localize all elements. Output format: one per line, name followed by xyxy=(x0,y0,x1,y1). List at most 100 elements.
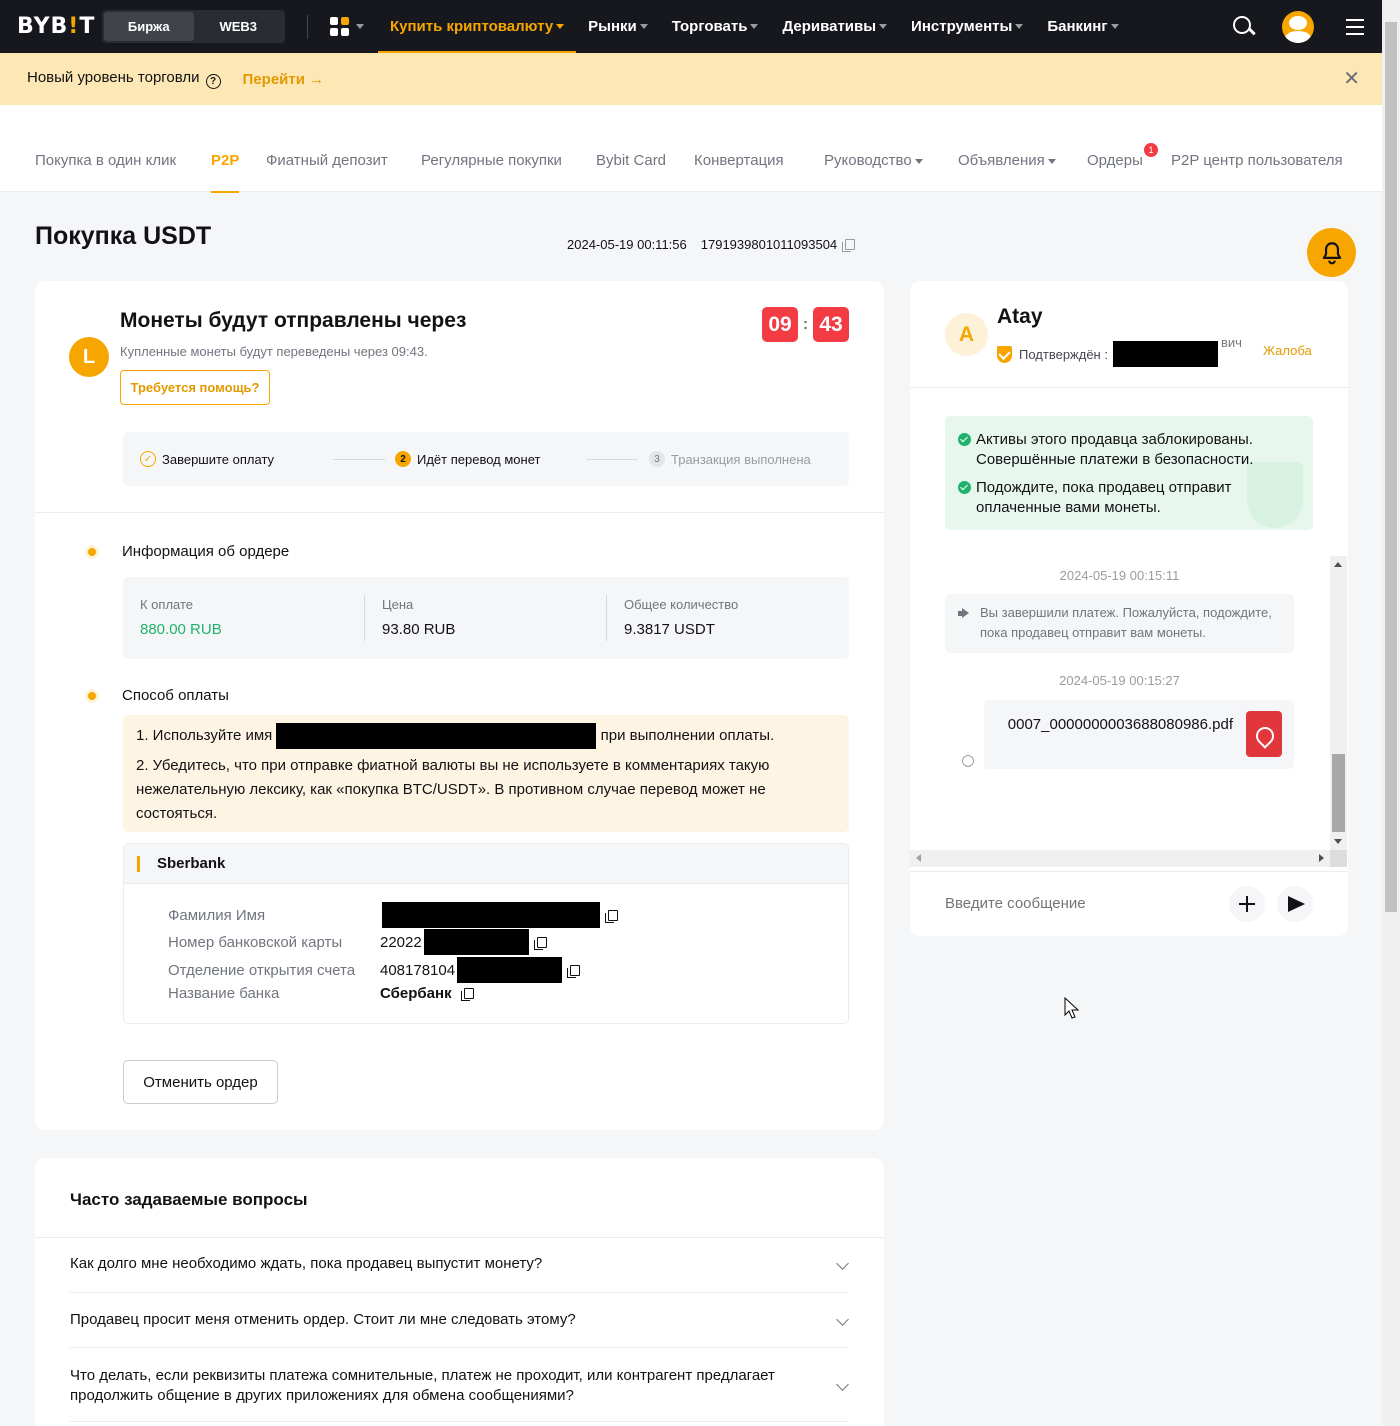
banner-go-link[interactable]: Перейти → xyxy=(243,71,325,88)
step-label: Транзакция выполнена xyxy=(671,451,811,467)
nav-derivatives[interactable]: Деривативы xyxy=(770,0,899,53)
quantity-label: Общее количество xyxy=(624,597,739,612)
scroll-down-arrow-icon[interactable] xyxy=(1334,839,1342,844)
status-title: Монеты будут отправлены через xyxy=(120,309,467,332)
price: Цена 93.80 RUB xyxy=(365,577,455,659)
subnav-orders[interactable]: Ордеры xyxy=(1087,152,1143,169)
subnav-fiat-deposit[interactable]: Фиатный депозит xyxy=(266,152,388,169)
nav-trade[interactable]: Торговать xyxy=(660,0,771,53)
row-label: Отделение открытия счета xyxy=(168,961,356,979)
faq-item[interactable]: Что делать, если реквизиты платежа сомни… xyxy=(70,1366,849,1422)
step-connector xyxy=(586,459,638,460)
nav-markets[interactable]: Рынки xyxy=(576,0,660,53)
section-bullet xyxy=(85,545,99,559)
row-label: Номер банковской карты xyxy=(168,933,343,951)
user-avatar-icon[interactable] xyxy=(1282,10,1314,43)
seller-verified: Подтверждён : xyxy=(997,341,1218,367)
copy-icon[interactable] xyxy=(567,964,581,978)
subnav-one-click-buy[interactable]: Покупка в один клик xyxy=(35,152,176,169)
nav-buy-crypto[interactable]: Купить криптовалюту xyxy=(378,0,577,53)
subnav-user-center[interactable]: P2P центр пользователя xyxy=(1171,152,1343,169)
apps-icon[interactable] xyxy=(330,17,364,36)
safety-note: Подождите, пока продавец отправит оплаче… xyxy=(976,479,1232,516)
message-timestamp: 2024-05-19 00:15:27 xyxy=(1059,673,1180,688)
page-scrollbar-thumb[interactable] xyxy=(1385,22,1397,912)
seller-name[interactable]: Atay xyxy=(997,305,1043,329)
need-help-button[interactable]: Требуется помощь? xyxy=(120,370,270,405)
order-id: 1791939801011093504 xyxy=(700,237,838,252)
card-number-value: 22022 xyxy=(380,933,422,951)
faq-item[interactable]: Продавец просит меня отменить ордер. Сто… xyxy=(70,1310,849,1348)
check-circle-icon xyxy=(958,433,971,446)
payment-note-1: 1. Используйте имя при выполнении оплаты… xyxy=(136,723,836,749)
scroll-up-arrow-icon[interactable] xyxy=(1334,562,1342,567)
timer-separator: : xyxy=(802,315,809,333)
p2p-subnav: Покупка в один клик P2P Фиатный депозит … xyxy=(0,105,1382,193)
main-nav: Купить криптовалюту Рынки Торговать Дери… xyxy=(378,0,1131,53)
section-divider xyxy=(35,512,884,513)
scrollbar-corner xyxy=(1330,850,1347,867)
scroll-left-arrow-icon[interactable] xyxy=(916,854,921,862)
buyer-avatar: L xyxy=(69,337,109,377)
mouse-cursor-icon xyxy=(1064,997,1080,1019)
switch-exchange[interactable]: Биржа xyxy=(104,12,194,41)
bybit-logo[interactable]: BYB!T xyxy=(17,14,94,39)
chat-scrollbar[interactable] xyxy=(1330,556,1347,850)
top-navbar: BYB!T Биржа WEB3 Купить криптовалюту Рын… xyxy=(0,0,1382,53)
page-title: Покупка USDT xyxy=(35,222,212,250)
payment-warning-box: 1. Используйте имя при выполнении оплаты… xyxy=(123,715,849,832)
subnav-ads[interactable]: Объявления xyxy=(958,152,1056,169)
faq-divider xyxy=(35,1237,884,1238)
step-label: Завершите оплату xyxy=(162,451,275,467)
bank-name-value: Сбербанк xyxy=(380,985,452,1002)
subnav-bybit-card[interactable]: Bybit Card xyxy=(596,152,666,169)
copy-icon[interactable] xyxy=(460,988,474,1001)
chat-hscrollbar[interactable] xyxy=(910,850,1330,867)
copy-icon[interactable] xyxy=(533,936,547,950)
notification-bell-icon[interactable] xyxy=(1307,228,1356,277)
system-message: Вы завершили платеж. Пожалуйста, подожди… xyxy=(945,594,1294,653)
scroll-right-arrow-icon[interactable] xyxy=(1319,854,1324,862)
promo-banner: Новый уровень торговли? Перейти → ✕ xyxy=(0,53,1382,105)
send-button[interactable] xyxy=(1277,886,1313,922)
subnav-guide[interactable]: Руководство xyxy=(824,152,923,169)
nav-divider xyxy=(307,14,308,39)
order-meta: 2024-05-19 00:11:56 1791939801011093504 xyxy=(567,237,869,252)
nav-banking[interactable]: Банкинг xyxy=(1035,0,1130,53)
check-circle-icon xyxy=(958,481,971,494)
switch-web3[interactable]: WEB3 xyxy=(194,12,284,41)
file-message[interactable]: 0007_0000000003688080986.pdf xyxy=(984,700,1294,769)
banner-close-icon[interactable]: ✕ xyxy=(1343,69,1360,89)
search-icon[interactable] xyxy=(1233,15,1255,38)
plus-icon xyxy=(1239,896,1255,912)
order-time: 2024-05-19 00:11:56 xyxy=(567,237,687,252)
copy-icon[interactable] xyxy=(842,239,856,252)
chat-scrollbar-thumb[interactable] xyxy=(1332,754,1345,832)
total-quantity: Общее количество 9.3817 USDT xyxy=(607,577,738,659)
hamburger-menu-icon[interactable] xyxy=(1346,18,1364,35)
message-status-icon xyxy=(962,755,974,767)
chat-panel: A Atay Подтверждён : вич Жалоба Активы э… xyxy=(910,281,1348,936)
redacted-name xyxy=(276,723,597,749)
chat-divider xyxy=(910,387,1348,388)
faq-card: Часто задаваемые вопросы Как долго мне н… xyxy=(35,1158,884,1426)
section-bullet xyxy=(85,689,99,703)
pdf-icon[interactable] xyxy=(1246,711,1282,757)
subnav-p2p[interactable]: P2P xyxy=(211,152,240,193)
safety-notice: Активы этого продавца заблокированы. Сов… xyxy=(945,416,1313,530)
subnav-convert[interactable]: Конвертация xyxy=(694,152,784,169)
page-scrollbar[interactable] xyxy=(1382,0,1400,1426)
orders-count-badge: 1 xyxy=(1144,143,1158,157)
file-name[interactable]: 0007_0000000003688080986.pdf xyxy=(999,716,1233,734)
attach-button[interactable] xyxy=(1229,886,1265,922)
chat-message-input[interactable] xyxy=(945,895,1215,912)
subnav-recurring-buy[interactable]: Регулярные покупки xyxy=(421,152,562,169)
cancel-order-button[interactable]: Отменить ордер xyxy=(123,1060,278,1104)
nav-tools[interactable]: Инструменты xyxy=(899,0,1035,53)
complain-link[interactable]: Жалоба xyxy=(1263,343,1312,358)
help-question-icon[interactable]: ? xyxy=(205,74,221,89)
copy-icon[interactable] xyxy=(605,909,618,923)
faq-item[interactable]: Как долго мне необходимо ждать, пока про… xyxy=(70,1254,849,1293)
order-info-title: Информация об ордере xyxy=(122,543,290,560)
step-label: Идёт перевод монет xyxy=(417,451,541,467)
